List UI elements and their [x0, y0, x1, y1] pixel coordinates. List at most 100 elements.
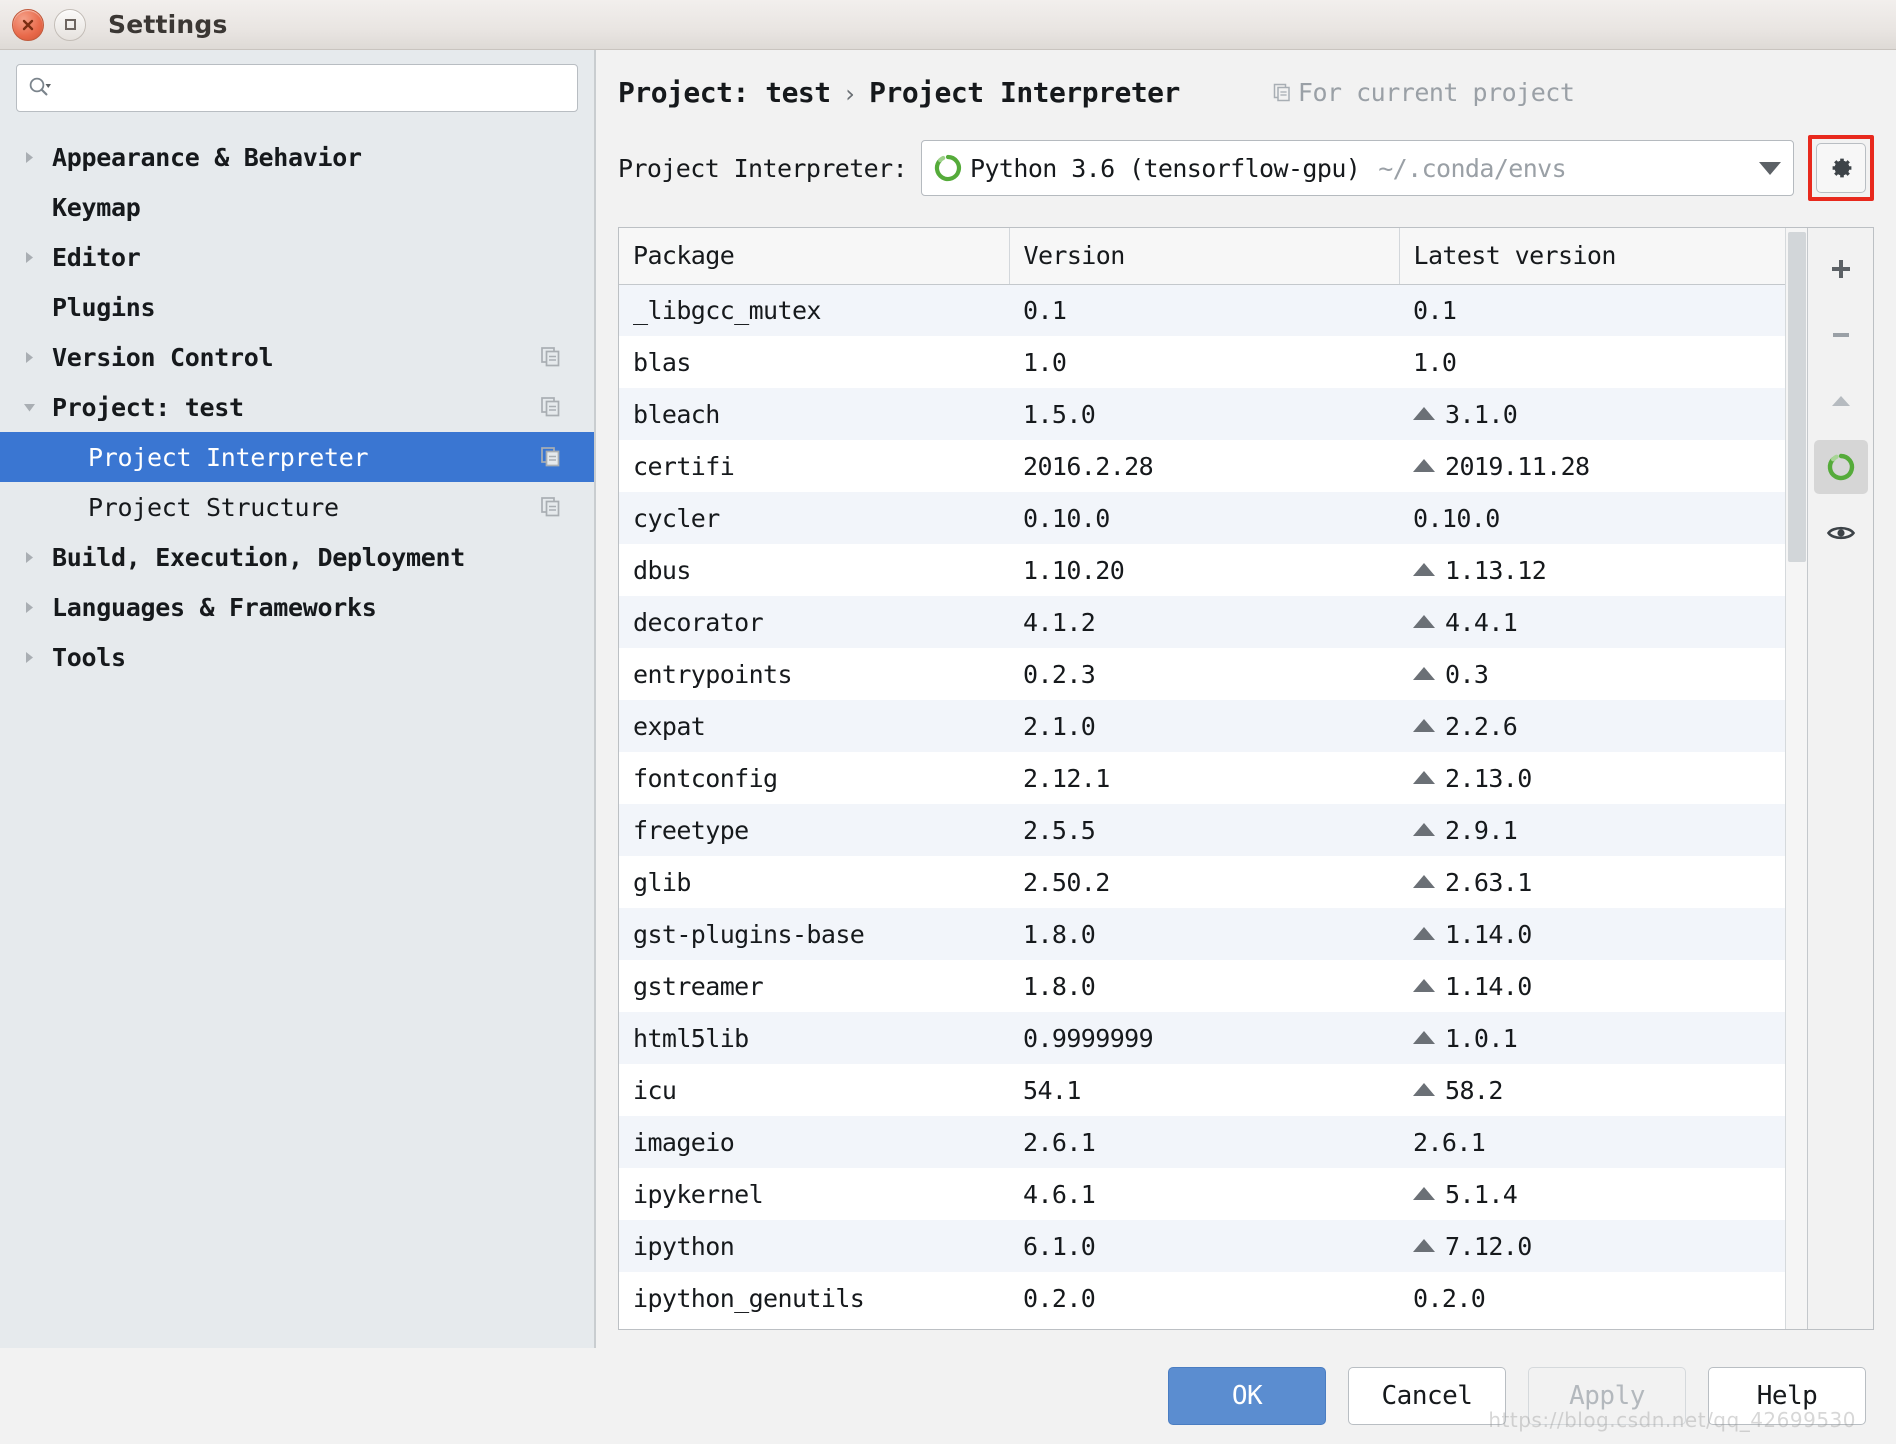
maximize-icon[interactable] [54, 8, 86, 41]
upgrade-triangle-icon [1413, 1030, 1435, 1044]
cell-package: glib [619, 856, 1009, 908]
sidebar-item-version-control[interactable]: Version Control [0, 332, 594, 382]
gear-icon [1832, 158, 1852, 178]
upgrade-package-button[interactable] [1814, 374, 1868, 428]
apply-button[interactable]: Apply [1528, 1367, 1686, 1425]
sidebar-item-project-interpreter[interactable]: Project Interpreter [0, 432, 594, 482]
cell-version: 0.1 [1009, 284, 1399, 336]
table-row[interactable]: cycler 0.10.0 0.10.0 [619, 492, 1785, 544]
copy-icon [540, 396, 562, 418]
main-panel: Project: test › Project Interpreter For … [596, 50, 1896, 1348]
window-title: Settings [108, 10, 228, 39]
table-row[interactable]: ipython 6.1.0 7.12.0 [619, 1220, 1785, 1272]
chevron-down-icon[interactable] [22, 400, 52, 415]
show-early-releases-button[interactable] [1814, 506, 1868, 560]
table-row[interactable]: fontconfig 2.12.1 2.13.0 [619, 752, 1785, 804]
cell-latest-version: 1.0 [1399, 336, 1785, 388]
cell-version: 0.2.3 [1009, 648, 1399, 700]
sidebar-item-plugins[interactable]: Plugins [0, 282, 594, 332]
cell-version: 6.1.0 [1009, 1220, 1399, 1272]
sidebar-item-build-execution-deployment[interactable]: Build, Execution, Deployment [0, 532, 594, 582]
sidebar-item-appearance-behavior[interactable]: Appearance & Behavior [0, 132, 594, 182]
gear-highlight-box [1808, 135, 1874, 201]
sidebar-item-tools[interactable]: Tools [0, 632, 594, 682]
packages-table: Package Version Latest version _libgcc_m… [619, 228, 1785, 1324]
upgrade-triangle-icon [1413, 822, 1435, 836]
minus-icon [1832, 333, 1849, 337]
upgrade-triangle-icon [1413, 458, 1435, 472]
cell-package: ipython_genutils [619, 1272, 1009, 1324]
sidebar-item-project-test[interactable]: Project: test [0, 382, 594, 432]
upgrade-triangle-icon [1413, 926, 1435, 940]
plus-icon [1831, 260, 1850, 278]
table-row[interactable]: entrypoints 0.2.3 0.3 [619, 648, 1785, 700]
help-button[interactable]: Help [1708, 1367, 1866, 1425]
table-row[interactable]: glib 2.50.2 2.63.1 [619, 856, 1785, 908]
table-row[interactable]: blas 1.0 1.0 [619, 336, 1785, 388]
table-row[interactable]: _libgcc_mutex 0.1 0.1 [619, 284, 1785, 336]
copy-icon [540, 496, 562, 518]
scope-note-label: For current project [1297, 77, 1575, 107]
latest-version-text: 1.0.1 [1445, 1023, 1518, 1053]
table-row[interactable]: dbus 1.10.20 1.13.12 [619, 544, 1785, 596]
search-box[interactable] [16, 64, 578, 112]
cell-package: certifi [619, 440, 1009, 492]
conda-refresh-button[interactable] [1813, 440, 1868, 494]
cancel-button[interactable]: Cancel [1348, 1367, 1506, 1425]
latest-version-text: 4.4.1 [1445, 607, 1518, 637]
table-row[interactable]: ipython_genutils 0.2.0 0.2.0 [619, 1272, 1785, 1324]
cell-package: gstreamer [619, 960, 1009, 1012]
cell-latest-version: 1.14.0 [1399, 960, 1785, 1012]
sidebar-item-languages-frameworks[interactable]: Languages & Frameworks [0, 582, 594, 632]
sidebar-item-keymap[interactable]: Keymap [0, 182, 594, 232]
settings-sidebar: Appearance & Behavior Keymap Editor Plugins… [0, 50, 596, 1348]
table-scrollbar-thumb[interactable] [1788, 232, 1806, 562]
chevron-right-icon[interactable] [22, 550, 52, 565]
table-row[interactable]: icu 54.1 58.2 [619, 1064, 1785, 1116]
table-row[interactable]: certifi 2016.2.28 2019.11.28 [619, 440, 1785, 492]
table-row[interactable]: bleach 1.5.0 3.1.0 [619, 388, 1785, 440]
chevron-down-icon[interactable] [1759, 161, 1781, 175]
cell-version: 0.2.0 [1009, 1272, 1399, 1324]
sidebar-item-editor[interactable]: Editor [0, 232, 594, 282]
upgrade-triangle-icon [1413, 666, 1435, 680]
table-row[interactable]: gstreamer 1.8.0 1.14.0 [619, 960, 1785, 1012]
table-row[interactable]: expat 2.1.0 2.2.6 [619, 700, 1785, 752]
cell-latest-version: 2.6.1 [1399, 1116, 1785, 1168]
packages-table-scroll: Package Version Latest version _libgcc_m… [619, 228, 1785, 1329]
table-row[interactable]: gst-plugins-base 1.8.0 1.14.0 [619, 908, 1785, 960]
remove-package-button[interactable] [1814, 308, 1868, 362]
cell-latest-version: 1.14.0 [1399, 908, 1785, 960]
search-input[interactable] [59, 77, 567, 99]
chevron-right-icon[interactable] [22, 350, 52, 365]
column-header-version[interactable]: Version [1008, 228, 1399, 285]
interpreter-settings-button[interactable] [1816, 143, 1866, 193]
column-header-package[interactable]: Package [619, 228, 1009, 285]
cell-package: freetype [619, 804, 1009, 856]
table-row[interactable]: html5lib 0.9999999 1.0.1 [619, 1012, 1785, 1064]
table-row[interactable]: decorator 4.1.2 4.4.1 [619, 596, 1785, 648]
cell-latest-version: 1.13.12 [1399, 544, 1785, 596]
chevron-right-icon[interactable] [22, 250, 52, 265]
sidebar-item-project-structure[interactable]: Project Structure [0, 482, 594, 532]
chevron-right-icon[interactable] [22, 650, 52, 665]
chevron-right-icon[interactable] [22, 600, 52, 615]
cell-version: 0.9999999 [1009, 1012, 1399, 1064]
breadcrumb-parent[interactable]: Project: test [618, 76, 831, 109]
table-row[interactable]: freetype 2.5.5 2.9.1 [619, 804, 1785, 856]
cell-latest-version: 2019.11.28 [1399, 440, 1785, 492]
cell-version: 2.5.5 [1009, 804, 1399, 856]
column-header-latest[interactable]: Latest version [1398, 228, 1785, 285]
interpreter-select[interactable]: Python 3.6 (tensorflow-gpu) ~/.conda/env… [921, 140, 1794, 196]
latest-version-text: 2.9.1 [1445, 815, 1518, 845]
ok-button[interactable]: OK [1168, 1367, 1326, 1425]
table-row[interactable]: ipykernel 4.6.1 5.1.4 [619, 1168, 1785, 1220]
table-scrollbar[interactable] [1785, 228, 1807, 1329]
close-icon[interactable] [12, 8, 44, 41]
copy-icon [541, 497, 560, 517]
chevron-right-icon[interactable] [22, 150, 52, 165]
add-package-button[interactable] [1814, 242, 1868, 296]
cell-package: icu [619, 1064, 1009, 1116]
latest-version-text: 1.0 [1413, 347, 1457, 377]
table-row[interactable]: imageio 2.6.1 2.6.1 [619, 1116, 1785, 1168]
